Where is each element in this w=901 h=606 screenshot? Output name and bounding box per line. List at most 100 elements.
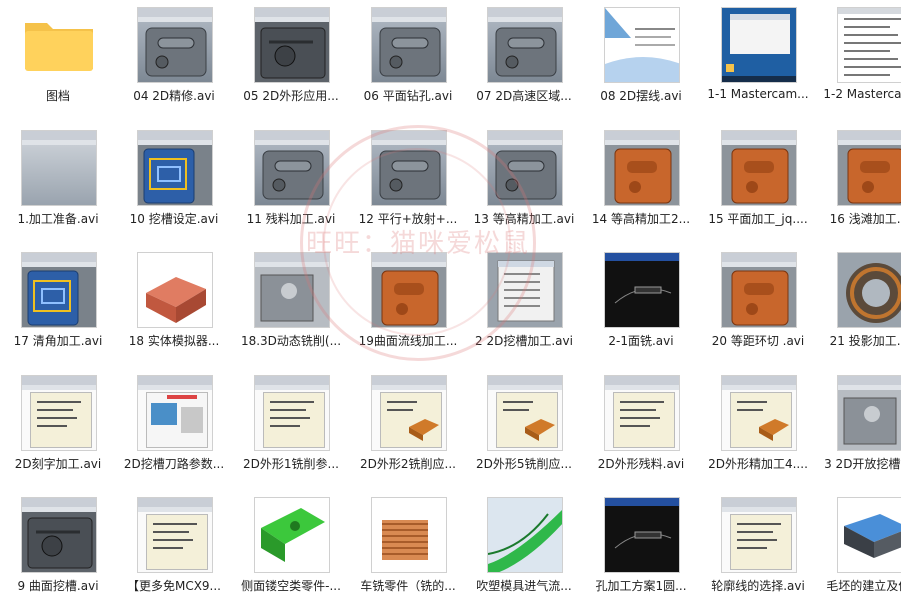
file-item[interactable]: 12 平行+放射+... — [350, 123, 466, 239]
file-item[interactable]: 孔加工方案1圆... — [583, 490, 699, 606]
file-label[interactable]: 16 浅滩加工.avi — [816, 210, 901, 227]
file-item[interactable]: 2D刻字加工.avi — [0, 368, 116, 484]
file-item[interactable]: 2D挖槽刀路参数... — [116, 368, 232, 484]
video-thumbnail[interactable] — [371, 375, 447, 451]
file-item[interactable]: 19曲面流线加工... — [350, 245, 466, 361]
folder-item[interactable]: 图档 — [0, 0, 116, 116]
file-label[interactable]: 1-1 Mastercam... — [700, 87, 816, 101]
file-item[interactable]: 16 浅滩加工.avi — [816, 123, 901, 239]
video-thumbnail[interactable] — [21, 497, 97, 573]
video-thumbnail[interactable] — [487, 497, 563, 573]
video-thumbnail[interactable] — [371, 130, 447, 206]
file-item[interactable]: 14 等高精加工2... — [583, 123, 699, 239]
file-item[interactable]: 17 清角加工.avi — [0, 245, 116, 361]
file-label[interactable]: 图档 — [0, 87, 116, 104]
file-item[interactable]: 【更多免MCX9... — [116, 490, 232, 606]
file-item[interactable]: 2D外形残料.avi — [583, 368, 699, 484]
file-label[interactable]: 毛坯的建立及仿... — [816, 577, 901, 594]
video-thumbnail[interactable] — [137, 130, 213, 206]
video-thumbnail[interactable] — [137, 7, 213, 83]
video-thumbnail[interactable] — [721, 252, 797, 328]
file-item[interactable]: 1.加工准备.avi — [0, 123, 116, 239]
file-label[interactable]: 18 实体模拟器... — [116, 332, 232, 349]
file-label[interactable]: 18.3D动态铣削(... — [233, 332, 349, 349]
file-item[interactable]: 04 2D精修.avi — [116, 0, 232, 116]
video-thumbnail[interactable] — [137, 252, 213, 328]
file-label[interactable]: 13 等高精加工.avi — [466, 210, 582, 227]
file-label[interactable]: 【更多免MCX9... — [116, 577, 232, 594]
video-thumbnail[interactable] — [837, 7, 901, 83]
file-label[interactable]: 06 平面钻孔.avi — [350, 87, 466, 104]
file-item[interactable]: 轮廓线的选择.avi — [700, 490, 816, 606]
video-thumbnail[interactable] — [487, 7, 563, 83]
file-label[interactable]: 17 清角加工.avi — [0, 332, 116, 349]
file-item[interactable]: 2-1面铣.avi — [583, 245, 699, 361]
video-thumbnail[interactable] — [837, 375, 901, 451]
file-item[interactable]: 2D外形精加工4.... — [700, 368, 816, 484]
video-thumbnail[interactable] — [21, 252, 97, 328]
file-label[interactable]: 2D外形精加工4.... — [700, 455, 816, 472]
video-thumbnail[interactable] — [837, 252, 901, 328]
video-thumbnail[interactable] — [604, 375, 680, 451]
file-label[interactable]: 2D外形5铣削应... — [466, 455, 582, 472]
video-thumbnail[interactable] — [21, 130, 97, 206]
video-thumbnail[interactable] — [721, 497, 797, 573]
file-item[interactable]: 20 等距环切 .avi — [700, 245, 816, 361]
file-item[interactable]: 3 2D开放挖槽铣... — [816, 368, 901, 484]
file-label[interactable]: 14 等高精加工2... — [583, 210, 699, 227]
file-item[interactable]: 2 2D挖槽加工.avi — [466, 245, 582, 361]
file-label[interactable]: 9 曲面挖槽.avi — [0, 577, 116, 594]
file-item[interactable]: 18 实体模拟器... — [116, 245, 232, 361]
file-label[interactable]: 11 残料加工.avi — [233, 210, 349, 227]
video-thumbnail[interactable] — [371, 252, 447, 328]
file-label[interactable]: 20 等距环切 .avi — [700, 332, 816, 349]
file-item[interactable]: 08 2D摆线.avi — [583, 0, 699, 116]
file-item[interactable]: 毛坯的建立及仿... — [816, 490, 901, 606]
video-thumbnail[interactable] — [371, 7, 447, 83]
file-label[interactable]: 2D外形1铣削参... — [233, 455, 349, 472]
video-thumbnail[interactable] — [487, 375, 563, 451]
video-thumbnail[interactable] — [604, 497, 680, 573]
file-item[interactable]: 1-2 Mastercam... — [816, 0, 901, 116]
video-thumbnail[interactable] — [254, 252, 330, 328]
file-label[interactable]: 1.加工准备.avi — [0, 210, 116, 227]
file-item[interactable]: 05 2D外形应用... — [233, 0, 349, 116]
file-label[interactable]: 07 2D高速区域... — [466, 87, 582, 104]
file-label[interactable]: 吹塑模具进气流... — [466, 577, 582, 594]
file-item[interactable]: 吹塑模具进气流... — [466, 490, 582, 606]
video-thumbnail[interactable] — [487, 130, 563, 206]
file-label[interactable]: 15 平面加工_jq.... — [700, 210, 816, 227]
file-item[interactable]: 13 等高精加工.avi — [466, 123, 582, 239]
file-item[interactable]: 21 投影加工.avi — [816, 245, 901, 361]
file-label[interactable]: 车铣零件（铣的... — [350, 577, 466, 594]
video-thumbnail[interactable] — [604, 130, 680, 206]
video-thumbnail[interactable] — [837, 497, 901, 573]
video-thumbnail[interactable] — [21, 375, 97, 451]
file-label[interactable]: 1-2 Mastercam... — [816, 87, 901, 101]
file-item[interactable]: 9 曲面挖槽.avi — [0, 490, 116, 606]
file-label[interactable]: 2 2D挖槽加工.avi — [466, 332, 582, 349]
file-label[interactable]: 05 2D外形应用... — [233, 87, 349, 104]
file-label[interactable]: 21 投影加工.avi — [816, 332, 901, 349]
file-item[interactable]: 车铣零件（铣的... — [350, 490, 466, 606]
file-label[interactable]: 轮廓线的选择.avi — [700, 577, 816, 594]
video-thumbnail[interactable] — [604, 252, 680, 328]
file-item[interactable]: 2D外形1铣削参... — [233, 368, 349, 484]
video-thumbnail[interactable] — [137, 375, 213, 451]
file-label[interactable]: 2D外形2铣削应... — [350, 455, 466, 472]
folder-thumbnail[interactable] — [21, 7, 97, 83]
file-label[interactable]: 2-1面铣.avi — [583, 332, 699, 349]
file-label[interactable]: 08 2D摆线.avi — [583, 87, 699, 104]
video-thumbnail[interactable] — [254, 7, 330, 83]
file-label[interactable]: 04 2D精修.avi — [116, 87, 232, 104]
video-thumbnail[interactable] — [721, 130, 797, 206]
file-label[interactable]: 10 挖槽设定.avi — [116, 210, 232, 227]
file-label[interactable]: 12 平行+放射+... — [350, 210, 466, 227]
file-item[interactable]: 10 挖槽设定.avi — [116, 123, 232, 239]
file-label[interactable]: 2D挖槽刀路参数... — [116, 455, 232, 472]
file-item[interactable]: 06 平面钻孔.avi — [350, 0, 466, 116]
file-label[interactable]: 2D刻字加工.avi — [0, 455, 116, 472]
file-label[interactable]: 19曲面流线加工... — [350, 332, 466, 349]
file-item[interactable]: 1-1 Mastercam... — [700, 0, 816, 116]
video-thumbnail[interactable] — [837, 130, 901, 206]
